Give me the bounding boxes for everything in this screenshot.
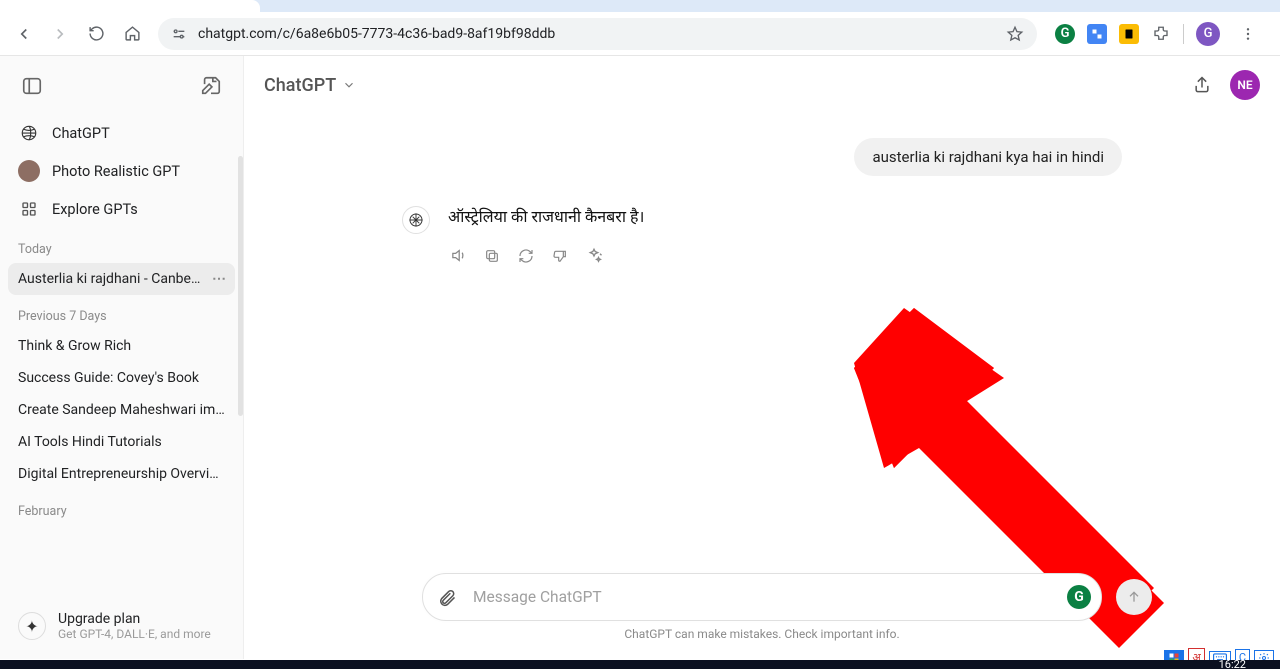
- back-button[interactable]: [8, 18, 40, 50]
- extension-keep-icon[interactable]: [1119, 24, 1139, 44]
- bookmark-star-icon[interactable]: [1005, 24, 1025, 44]
- sidebar-item-chatgpt[interactable]: ChatGPT: [8, 114, 235, 152]
- model-selector[interactable]: ChatGPT: [264, 75, 356, 96]
- share-button[interactable]: [1188, 71, 1216, 99]
- address-bar[interactable]: chatgpt.com/c/6a8e6b05-7773-4c36-bad9-8a…: [158, 18, 1037, 50]
- change-model-button[interactable]: [584, 246, 604, 266]
- grammarly-composer-icon[interactable]: G: [1067, 585, 1091, 609]
- collapse-sidebar-button[interactable]: [16, 70, 48, 102]
- separator: [1183, 24, 1184, 44]
- sidebar-item-photo-realistic-gpt[interactable]: Photo Realistic GPT: [8, 152, 235, 190]
- read-aloud-button[interactable]: [448, 246, 468, 266]
- reload-button[interactable]: [80, 18, 112, 50]
- extension-grammarly-icon[interactable]: G: [1055, 24, 1075, 44]
- sparkle-icon: ✦: [18, 612, 46, 640]
- sidebar-item-label: Explore GPTs: [52, 201, 138, 218]
- main-content: ChatGPT NE austerlia ki rajdhani kya hai…: [244, 56, 1280, 659]
- attach-button[interactable]: [433, 583, 461, 611]
- chat-item[interactable]: Digital Entrepreneurship Overview: [8, 458, 235, 490]
- url-text: chatgpt.com/c/6a8e6b05-7773-4c36-bad9-8a…: [198, 26, 555, 42]
- extension-translate-icon[interactable]: [1087, 24, 1107, 44]
- bad-response-button[interactable]: [550, 246, 570, 266]
- new-chat-button[interactable]: [195, 70, 227, 102]
- sidebar-item-label: Photo Realistic GPT: [52, 163, 180, 180]
- home-button[interactable]: [116, 18, 148, 50]
- section-title-prev7: Previous 7 Days: [8, 295, 235, 330]
- send-button[interactable]: [1116, 579, 1152, 615]
- taskbar-clock: 16:22: [1219, 658, 1246, 671]
- section-title-feb: February: [8, 490, 235, 525]
- sidebar-scrollbar[interactable]: [238, 156, 243, 416]
- upgrade-plan-button[interactable]: ✦ Upgrade plan Get GPT-4, DALL·E, and mo…: [8, 601, 235, 651]
- upgrade-title: Upgrade plan: [58, 611, 211, 627]
- chevron-down-icon: [342, 78, 356, 92]
- chat-item[interactable]: Austerlia ki rajdhani - Canberra: [8, 263, 235, 295]
- site-settings-icon[interactable]: [170, 25, 188, 43]
- upgrade-subtitle: Get GPT-4, DALL·E, and more: [58, 627, 211, 641]
- chat-item[interactable]: Create Sandeep Maheshwari image: [8, 394, 235, 426]
- copy-button[interactable]: [482, 246, 502, 266]
- taskbar-hint: 16:22: [0, 660, 1280, 669]
- message-input[interactable]: [473, 588, 1055, 606]
- forward-button[interactable]: [44, 18, 76, 50]
- extension-row: G G: [1047, 18, 1272, 50]
- regenerate-button[interactable]: [516, 246, 536, 266]
- browser-tabstrip: [0, 0, 1280, 12]
- chatgpt-logo-icon: [18, 122, 40, 144]
- sidebar-item-label: ChatGPT: [52, 125, 110, 142]
- user-avatar[interactable]: NE: [1230, 70, 1260, 100]
- chat-item[interactable]: Think & Grow Rich: [8, 330, 235, 362]
- chrome-menu-button[interactable]: [1232, 18, 1264, 50]
- sidebar: ChatGPT Photo Realistic GPT Explore GPTs…: [0, 56, 244, 659]
- model-label: ChatGPT: [264, 75, 336, 96]
- extensions-menu-icon[interactable]: [1151, 24, 1171, 44]
- assistant-avatar-icon: [402, 206, 430, 234]
- chrome-profile-avatar[interactable]: G: [1196, 22, 1220, 46]
- message-actions: [448, 246, 1122, 266]
- composer: G: [422, 573, 1102, 621]
- chat-item[interactable]: AI Tools Hindi Tutorials: [8, 426, 235, 458]
- chat-item[interactable]: Success Guide: Covey's Book: [8, 362, 235, 394]
- assistant-message: ऑस्ट्रेलिया की राजधानी कैनबरा है।: [448, 204, 1122, 230]
- sidebar-item-explore-gpts[interactable]: Explore GPTs: [8, 190, 235, 228]
- photo-gpt-avatar-icon: [18, 160, 40, 182]
- section-title-today: Today: [8, 228, 235, 263]
- browser-toolbar: chatgpt.com/c/6a8e6b05-7773-4c36-bad9-8a…: [0, 12, 1280, 56]
- user-message: austerlia ki rajdhani kya hai in hindi: [854, 138, 1122, 176]
- grid-icon: [18, 198, 40, 220]
